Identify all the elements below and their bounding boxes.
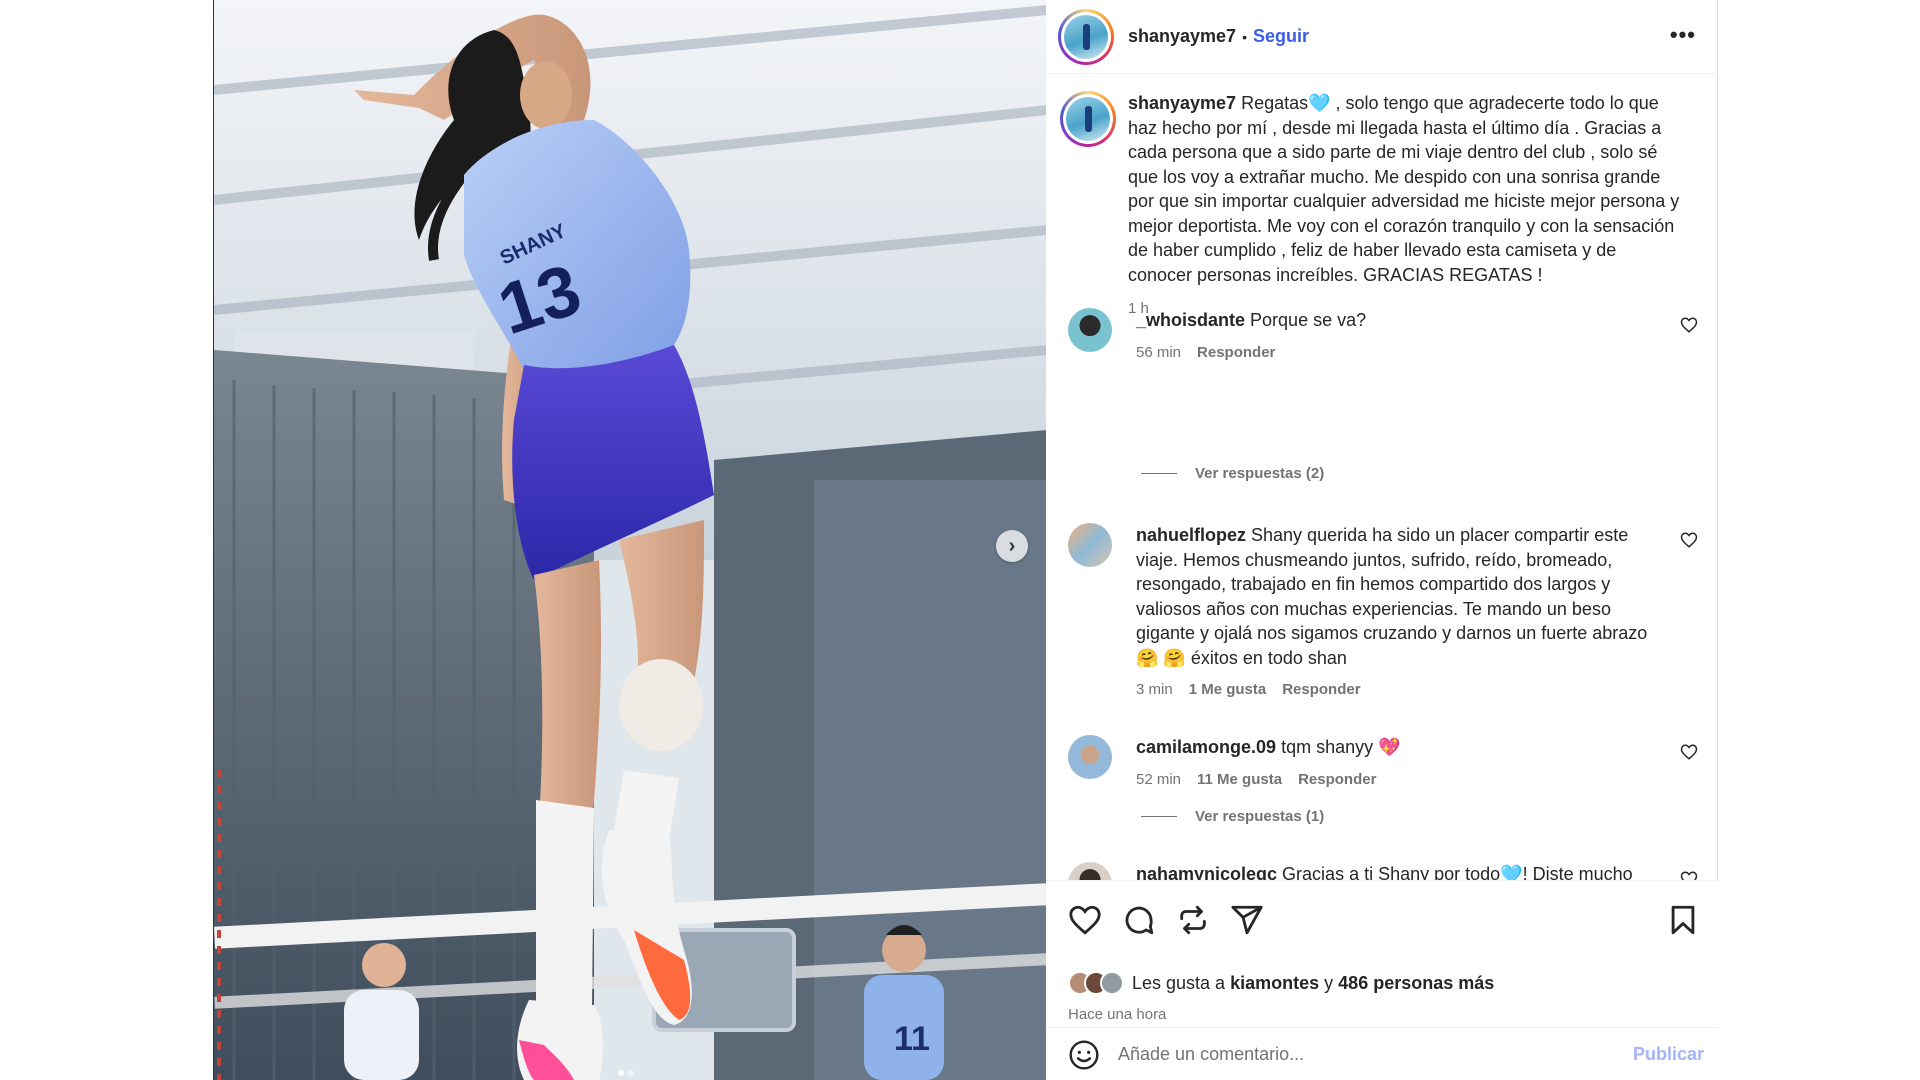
heart-icon[interactable]	[1068, 903, 1102, 937]
comment-text: Gracias a ti Shany por todo🩵! Diste much…	[1282, 864, 1633, 880]
comment-item: nahamynicolegc Gracias a ti Shany por tod…	[1068, 862, 1708, 880]
comment-like-heart-icon[interactable]	[1680, 870, 1698, 880]
comment-time[interactable]: 52 min	[1136, 768, 1181, 793]
comment-time[interactable]: 3 min	[1136, 678, 1173, 703]
comments-scroll-area[interactable]: shanyayme7 Regatas🩵 , solo tengo que agra…	[1046, 75, 1718, 880]
chevron-right-icon: ›	[1008, 534, 1016, 557]
separator-dot: •	[1242, 28, 1247, 45]
commenter-avatar[interactable]	[1068, 523, 1112, 567]
likers-avatars	[1068, 971, 1124, 995]
view-replies-button[interactable]: Ver respuestas (1)	[1141, 808, 1324, 825]
commenter-username[interactable]: camilamonge.09	[1136, 737, 1276, 757]
caption-avatar[interactable]	[1060, 91, 1116, 147]
reply-button[interactable]: Responder	[1282, 678, 1360, 703]
post-header: shanyayme7 • Seguir •••	[1046, 0, 1718, 74]
comment-like-heart-icon[interactable]	[1680, 316, 1698, 334]
reply-button[interactable]: Responder	[1197, 341, 1275, 366]
comment-text: Porque se va?	[1250, 310, 1367, 330]
carousel-dot-1	[618, 1070, 624, 1076]
liker-avatar	[1100, 971, 1124, 995]
volleyball-player-image: 11 SHANY 13	[214, 0, 1046, 1080]
caption-text: Regatas🩵 , solo tengo que agradecerte to…	[1128, 93, 1680, 285]
bookmark-icon[interactable]	[1666, 903, 1700, 937]
likes-others[interactable]: 486 personas más	[1338, 973, 1494, 994]
share-icon[interactable]	[1230, 903, 1264, 937]
comment-item: _whoisdante Porque se va? 56 min Responde…	[1068, 308, 1708, 365]
commenter-avatar[interactable]	[1068, 308, 1112, 352]
likes-summary[interactable]: Les gusta a kiamontes y 486 personas más	[1068, 971, 1494, 995]
follow-button[interactable]: Seguir	[1253, 26, 1309, 47]
carousel-indicator	[618, 1070, 634, 1076]
comment-input[interactable]	[1118, 1044, 1598, 1065]
comment-text: tqm shanyy 💖	[1281, 737, 1401, 757]
commenter-avatar[interactable]	[1068, 735, 1112, 779]
carousel-next-button[interactable]: ›	[996, 530, 1028, 562]
view-replies-label: Ver respuestas (1)	[1195, 808, 1325, 825]
author-username[interactable]: shanyayme7	[1128, 26, 1236, 47]
commenter-username[interactable]: _whoisdante	[1136, 310, 1245, 330]
post-actions: Les gusta a kiamontes y 486 personas más…	[1046, 880, 1718, 1080]
comment-like-heart-icon[interactable]	[1680, 743, 1698, 761]
author-avatar[interactable]	[1058, 8, 1114, 65]
add-comment-bar: Publicar	[1046, 1027, 1718, 1080]
post-caption: shanyayme7 Regatas🩵 , solo tengo que agra…	[1060, 91, 1700, 322]
comment-likes[interactable]: 1 Me gusta	[1189, 678, 1267, 703]
publish-button[interactable]: Publicar	[1633, 1044, 1704, 1065]
post-time: Hace una hora	[1068, 1006, 1167, 1023]
view-replies-button[interactable]: Ver respuestas (2)	[1141, 465, 1324, 482]
comment-likes[interactable]: 11 Me gusta	[1197, 768, 1282, 793]
comment-icon[interactable]	[1122, 903, 1156, 937]
post-photo[interactable]: 11 SHANY 13 ›	[213, 0, 1046, 1080]
post-side-panel: shanyayme7 • Seguir ••• shanyayme7 Regata…	[1046, 0, 1718, 1080]
likes-first-user[interactable]: kiamontes	[1230, 973, 1319, 994]
reply-button[interactable]: Responder	[1298, 768, 1376, 793]
emoji-icon[interactable]	[1068, 1039, 1100, 1071]
comment-item: camilamonge.09 tqm shanyy 💖 52 min 11 Me …	[1068, 735, 1708, 792]
comment-text: Shany querida ha sido un placer comparti…	[1136, 525, 1648, 668]
carousel-dot-2	[628, 1070, 634, 1076]
repost-icon[interactable]	[1176, 903, 1210, 937]
commenter-username[interactable]: nahamynicolegc	[1136, 864, 1277, 880]
svg-text:11: 11	[894, 1020, 930, 1058]
more-icon[interactable]: •••	[1670, 22, 1696, 48]
commenter-avatar[interactable]	[1068, 862, 1112, 880]
comment-like-heart-icon[interactable]	[1680, 531, 1698, 549]
caption-username[interactable]: shanyayme7	[1128, 93, 1236, 113]
likes-connector: y	[1324, 972, 1334, 993]
view-replies-label: Ver respuestas (2)	[1195, 465, 1325, 482]
comment-item: nahuelflopez Shany querida ha sido un pla…	[1068, 523, 1708, 703]
comment-time[interactable]: 56 min	[1136, 341, 1181, 366]
commenter-username[interactable]: nahuelflopez	[1136, 525, 1246, 545]
likes-prefix: Les gusta a	[1132, 972, 1226, 993]
